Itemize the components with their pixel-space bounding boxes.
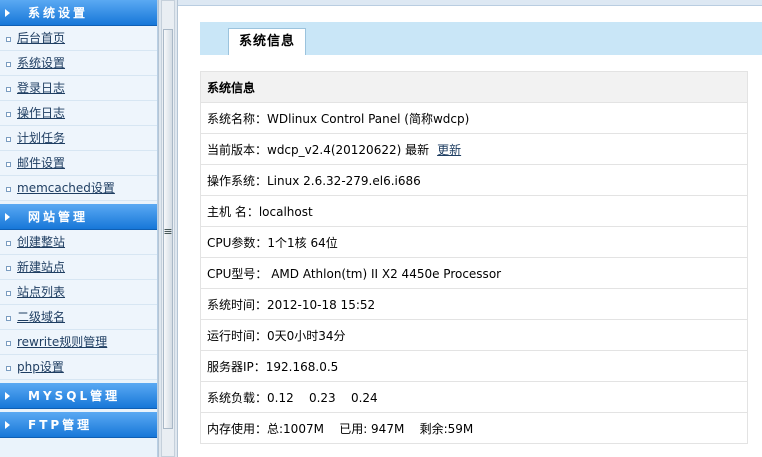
bullet-icon bbox=[6, 87, 11, 92]
row-memory-usage: 内存使用：总:1007M 已用: 947M 剩余:59M bbox=[200, 412, 748, 444]
section-title: 系统设置 bbox=[28, 6, 89, 20]
sidebar-link-rewrite-rules[interactable]: rewrite规则管理 bbox=[17, 335, 107, 349]
sidebar-link-create-full-site[interactable]: 创建整站 bbox=[17, 235, 65, 249]
row-version: 当前版本：wdcp_v2.4(20120622) 最新 bbox=[207, 142, 430, 157]
sidebar-item-memcached-settings: memcached设置 bbox=[0, 176, 157, 201]
bullet-icon bbox=[6, 266, 11, 271]
sidebar: 系统设置 后台首页 系统设置 登录日志 操作日志 计划任务 邮件设置 memca… bbox=[0, 0, 158, 457]
sidebar-item-rewrite-rules: rewrite规则管理 bbox=[0, 330, 157, 355]
sidebar-link-login-log[interactable]: 登录日志 bbox=[17, 81, 65, 95]
bullet-icon bbox=[6, 112, 11, 117]
sidebar-item-mail-settings: 邮件设置 bbox=[0, 151, 157, 176]
table-row: 系统名称：WDlinux Control Panel (简称wdcp) bbox=[200, 102, 748, 134]
sidebar-link-subdomain[interactable]: 二级域名 bbox=[17, 310, 65, 324]
table-row: CPU型号： AMD Athlon(tm) II X2 4450e Proces… bbox=[200, 257, 748, 289]
table-row: 当前版本：wdcp_v2.4(20120622) 最新 更新 bbox=[200, 133, 748, 165]
sidebar-item-php-settings: php设置 bbox=[0, 355, 157, 380]
row-system-time: 系统时间：2012-10-18 15:52 bbox=[200, 288, 748, 320]
tab-system-info[interactable]: 系统信息 bbox=[228, 28, 307, 55]
bullet-icon bbox=[6, 341, 11, 346]
sidebar-item-home: 后台首页 bbox=[0, 26, 157, 51]
row-uptime: 运行时间：0天0小时34分 bbox=[200, 319, 748, 351]
table-header-row: 系统信息 bbox=[200, 71, 748, 103]
bullet-icon bbox=[6, 162, 11, 167]
row-hostname: 主机 名：localhost bbox=[200, 195, 748, 227]
bullet-icon bbox=[6, 241, 11, 246]
sidebar-item-login-log: 登录日志 bbox=[0, 76, 157, 101]
tab-strip: 系统信息 bbox=[200, 22, 762, 55]
table-row: 主机 名：localhost bbox=[200, 195, 748, 227]
row-system-name: 系统名称：WDlinux Control Panel (简称wdcp) bbox=[200, 102, 748, 134]
expand-triangle-icon bbox=[5, 9, 10, 17]
table-header: 系统信息 bbox=[200, 71, 748, 103]
update-link[interactable]: 更新 bbox=[437, 143, 461, 157]
expand-triangle-icon bbox=[5, 421, 10, 429]
section-title: MYSQL管理 bbox=[28, 389, 121, 403]
sidebar-section-system-settings[interactable]: 系统设置 bbox=[0, 0, 157, 26]
row-cpu-params: CPU参数：1个1核 64位 bbox=[200, 226, 748, 258]
sidebar-link-php-settings[interactable]: php设置 bbox=[17, 360, 64, 374]
bullet-icon bbox=[6, 187, 11, 192]
sidebar-item-create-full-site: 创建整站 bbox=[0, 230, 157, 255]
sidebar-section-mysql-management[interactable]: MYSQL管理 bbox=[0, 383, 157, 409]
expand-triangle-icon bbox=[5, 392, 10, 400]
row-cpu-model: CPU型号： AMD Athlon(tm) II X2 4450e Proces… bbox=[200, 257, 748, 289]
sidebar-section-ftp-management[interactable]: FTP管理 bbox=[0, 412, 157, 438]
table-row: 内存使用：总:1007M 已用: 947M 剩余:59M bbox=[200, 412, 748, 444]
section-title: FTP管理 bbox=[28, 418, 93, 432]
bullet-icon bbox=[6, 137, 11, 142]
table-row: 服务器IP：192.168.0.5 bbox=[200, 350, 748, 382]
bullet-icon bbox=[6, 37, 11, 42]
section-title: 网站管理 bbox=[28, 210, 89, 224]
sidebar-link-operation-log[interactable]: 操作日志 bbox=[17, 106, 65, 120]
expand-triangle-icon bbox=[5, 213, 10, 221]
row-system-load: 系统负载：0.12 0.23 0.24 bbox=[200, 381, 748, 413]
table-row: 操作系统：Linux 2.6.32-279.el6.i686 bbox=[200, 164, 748, 196]
sidebar-item-scheduled-tasks: 计划任务 bbox=[0, 126, 157, 151]
bullet-icon bbox=[6, 316, 11, 321]
bullet-icon bbox=[6, 62, 11, 67]
splitter-grip-icon[interactable]: ≡ bbox=[162, 226, 174, 237]
row-version-cell: 当前版本：wdcp_v2.4(20120622) 最新 更新 bbox=[200, 133, 748, 165]
sidebar-link-memcached-settings[interactable]: memcached设置 bbox=[17, 181, 115, 195]
top-border bbox=[178, 0, 762, 6]
sidebar-link-system-settings[interactable]: 系统设置 bbox=[17, 56, 65, 70]
sidebar-link-new-site[interactable]: 新建站点 bbox=[17, 260, 65, 274]
sidebar-section-website-management[interactable]: 网站管理 bbox=[0, 204, 157, 230]
sidebar-link-site-list[interactable]: 站点列表 bbox=[17, 285, 65, 299]
table-row: 系统时间：2012-10-18 15:52 bbox=[200, 288, 748, 320]
sidebar-item-subdomain: 二级域名 bbox=[0, 305, 157, 330]
sidebar-link-mail-settings[interactable]: 邮件设置 bbox=[17, 156, 65, 170]
row-server-ip: 服务器IP：192.168.0.5 bbox=[200, 350, 748, 382]
bullet-icon bbox=[6, 366, 11, 371]
table-row: 系统负载：0.12 0.23 0.24 bbox=[200, 381, 748, 413]
table-row: CPU参数：1个1核 64位 bbox=[200, 226, 748, 258]
sidebar-item-operation-log: 操作日志 bbox=[0, 101, 157, 126]
sidebar-link-home[interactable]: 后台首页 bbox=[17, 31, 65, 45]
row-os: 操作系统：Linux 2.6.32-279.el6.i686 bbox=[200, 164, 748, 196]
system-info-table: 系统信息 系统名称：WDlinux Control Panel (简称wdcp)… bbox=[200, 71, 748, 444]
bullet-icon bbox=[6, 291, 11, 296]
table-row: 运行时间：0天0小时34分 bbox=[200, 319, 748, 351]
sidebar-item-site-list: 站点列表 bbox=[0, 280, 157, 305]
sidebar-item-system-settings: 系统设置 bbox=[0, 51, 157, 76]
sidebar-link-scheduled-tasks[interactable]: 计划任务 bbox=[17, 131, 65, 145]
sidebar-item-new-site: 新建站点 bbox=[0, 255, 157, 280]
main-content: 系统信息 系统信息 系统名称：WDlinux Control Panel (简称… bbox=[178, 0, 762, 457]
